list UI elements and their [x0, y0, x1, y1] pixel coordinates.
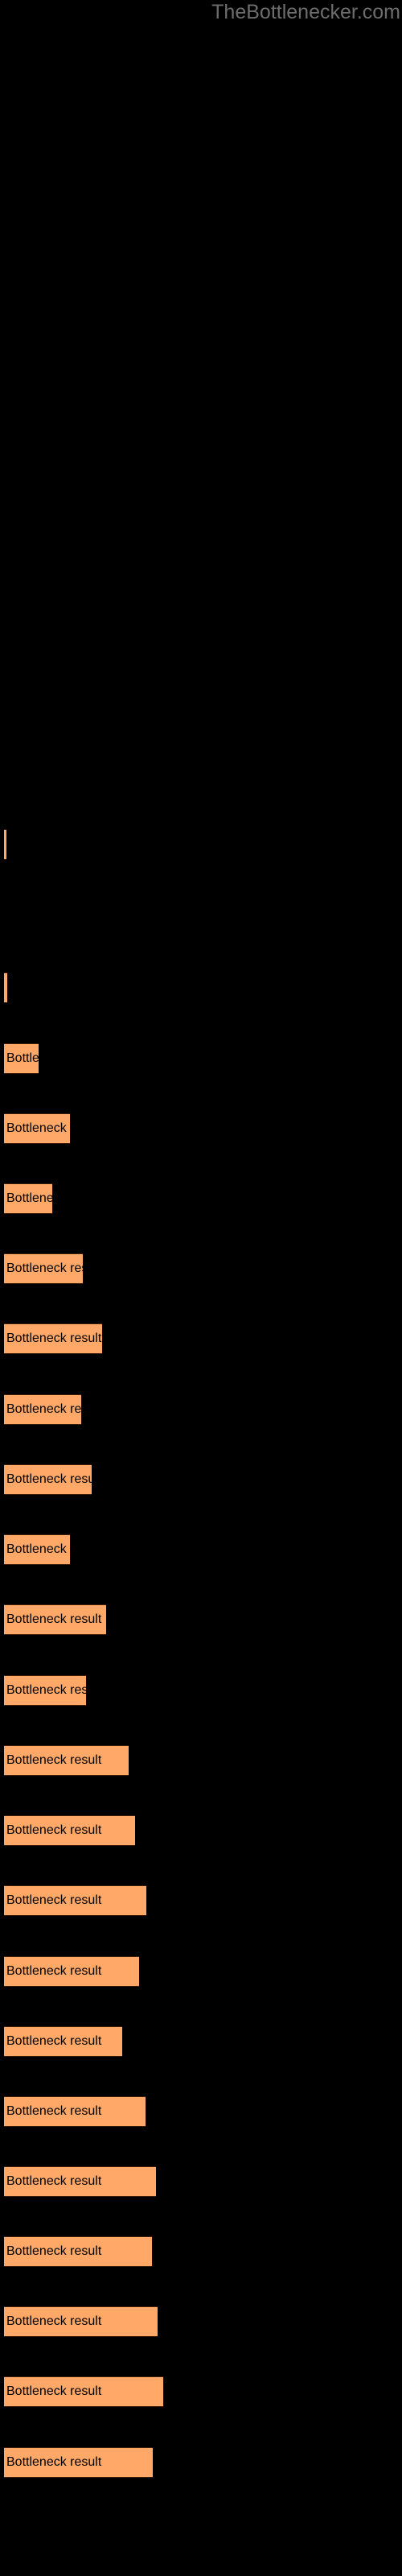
bar-label: Bottleneck result: [6, 2314, 102, 2328]
bar: Bottleneck result: [4, 1183, 52, 1214]
bar-label: Bottleneck result: [6, 1893, 102, 1907]
bottleneck-bar-chart: Bottleneck result Bottleneck result Bottle…: [0, 0, 402, 2576]
bar-label: Bottleneck result: [6, 2244, 102, 2258]
bar: Bottleneck result: [4, 2026, 122, 2057]
bar-label: Bottleneck result: [6, 1331, 102, 1345]
bar: Bottleneck result: [4, 1464, 92, 1495]
bar-row: Bottleneck result: [0, 2236, 402, 2267]
bar-label: Bottleneck result: [6, 1612, 102, 1626]
bar-label: Bottleneck result: [6, 1753, 102, 1767]
bar-row: Bottleneck result: [0, 2166, 402, 2197]
bar-row: Bottleneck result: [0, 1183, 402, 1214]
bar-row: Bottleneck result: [0, 1464, 402, 1495]
bar: Bottleneck result: [4, 972, 7, 1003]
bar: Bottleneck result: [4, 2166, 156, 2197]
bar-label: Bottleneck result: [6, 2384, 102, 2398]
bar: Bottleneck result: [4, 1956, 139, 1987]
bar: Bottleneck result: [4, 2306, 158, 2337]
page-root: TheBottlenecker.com Bottleneck resultBot…: [0, 0, 402, 2576]
bar-label: Bottleneck result: [6, 2455, 102, 2469]
bar-label: Bottleneck result: [6, 1402, 81, 1416]
bar-row: Bottleneck result: [0, 1534, 402, 1565]
bar-label: Bottleneck result: [6, 1683, 86, 1697]
bar: Bottleneck result: [4, 829, 6, 860]
bar-row: Bottleneck result: [0, 1043, 402, 1074]
bar-row: Bottleneck result: [0, 1885, 402, 1916]
bar-row: Bottleneck result: [0, 2306, 402, 2337]
bar-row: Bottleneck result: [0, 2447, 402, 2478]
bar-row: Bottleneck result: [0, 1113, 402, 1144]
bar-label: Bottleneck result: [6, 1121, 70, 1135]
bar-row: Bottleneck result: [0, 1675, 402, 1706]
bar: Bottleneck result: [4, 1113, 70, 1144]
bar-label: Bottleneck result: [6, 1261, 83, 1275]
bar: Bottleneck result: [4, 1253, 83, 1284]
bar: Bottleneck result: [4, 2376, 163, 2407]
bar-label: Bottleneck result: [6, 1191, 52, 1205]
bar-label: Bottleneck result: [6, 1051, 39, 1065]
bar: Bottleneck result: [4, 1604, 106, 1635]
bar: Bottleneck result: [4, 1043, 39, 1074]
bar-label: Bottleneck result: [6, 1964, 102, 1978]
bar-row: Bottleneck result: [0, 1815, 402, 1846]
bar-row: Bottleneck result: [0, 829, 402, 860]
bar-row: Bottleneck result: [0, 1956, 402, 1987]
bar: Bottleneck result: [4, 1323, 102, 1354]
bar-row: Bottleneck result: [0, 1604, 402, 1635]
bar: Bottleneck result: [4, 2236, 152, 2267]
bar: Bottleneck result: [4, 2096, 146, 2127]
bar-row: Bottleneck result: [0, 972, 402, 1003]
bar: Bottleneck result: [4, 1745, 129, 1776]
bar: Bottleneck result: [4, 1394, 81, 1425]
bar: Bottleneck result: [4, 1675, 86, 1706]
bar-label: Bottleneck result: [6, 1542, 70, 1556]
bar-row: Bottleneck result: [0, 2376, 402, 2407]
bar-row: Bottleneck result: [0, 1323, 402, 1354]
bar-row: Bottleneck result: [0, 2096, 402, 2127]
bar-row: Bottleneck result: [0, 1745, 402, 1776]
bar-row: Bottleneck result: [0, 1394, 402, 1425]
bar: Bottleneck result: [4, 2447, 153, 2478]
bar: Bottleneck result: [4, 1885, 146, 1916]
bar: Bottleneck result: [4, 1815, 135, 1846]
bar-label: Bottleneck result: [6, 2104, 102, 2118]
bar-label: Bottleneck result: [6, 980, 7, 995]
bar-row: Bottleneck result: [0, 2026, 402, 2057]
bar-label: Bottleneck result: [6, 2034, 102, 2048]
bar-label: Bottleneck result: [6, 1823, 102, 1837]
bar-label: Bottleneck result: [6, 2174, 102, 2188]
bar: Bottleneck result: [4, 1534, 70, 1565]
bar-label: Bottleneck result: [6, 1472, 92, 1486]
bar-row: Bottleneck result: [0, 1253, 402, 1284]
